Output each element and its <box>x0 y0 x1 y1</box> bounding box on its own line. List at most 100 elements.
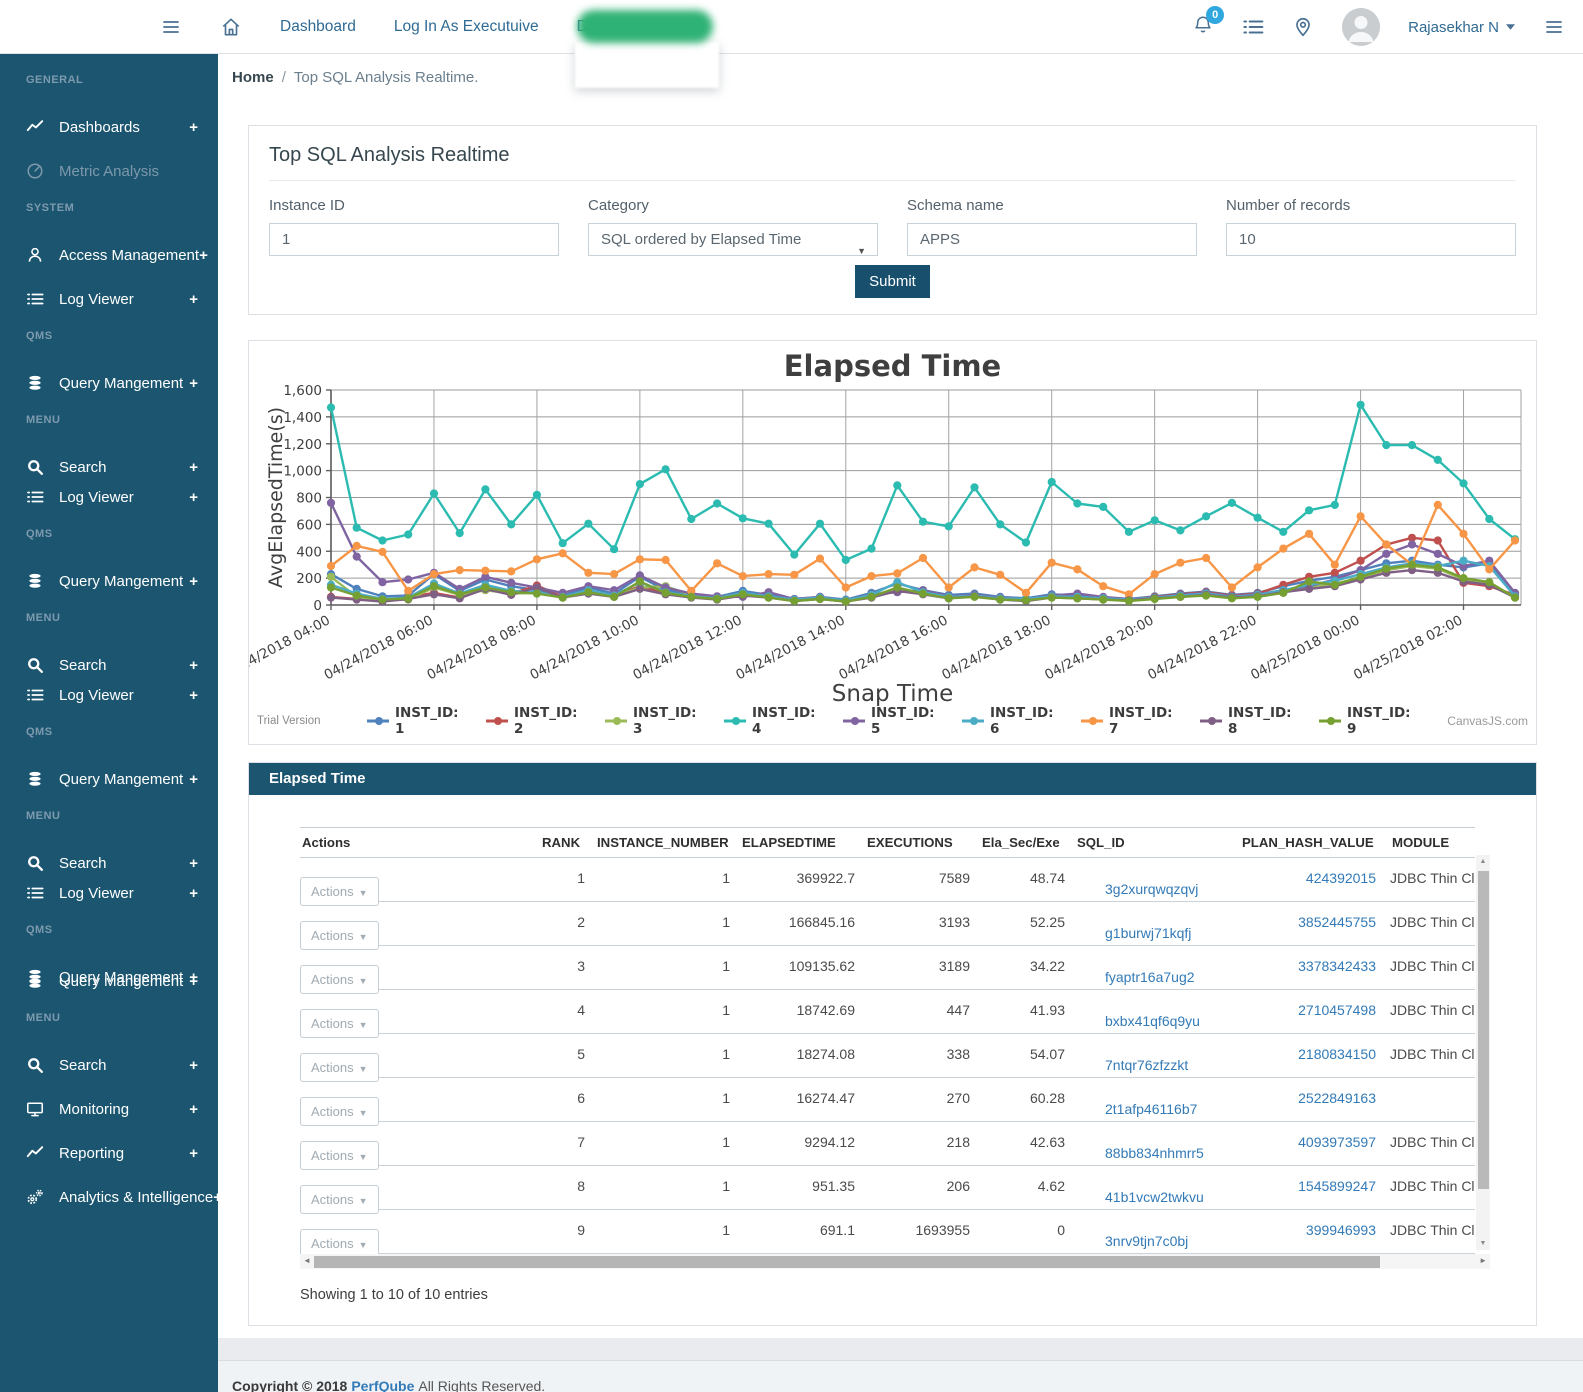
expand-plus-icon[interactable]: + <box>189 1101 198 1118</box>
sidebar-item-log-viewer[interactable]: Log Viewer+ <box>0 883 218 903</box>
sql-id-link[interactable]: fyaptr16a7ug2 <box>1105 969 1195 985</box>
schema-name-input[interactable] <box>907 223 1197 256</box>
location-pin-icon[interactable] <box>1292 16 1314 38</box>
col-actions[interactable]: Actions <box>300 828 540 857</box>
expand-plus-icon[interactable]: + <box>189 1145 198 1162</box>
expand-plus-icon[interactable]: + <box>189 119 198 136</box>
expand-plus-icon[interactable]: + <box>189 687 198 704</box>
expand-plus-icon[interactable]: + <box>189 459 198 476</box>
col-rank[interactable]: RANK <box>540 828 595 857</box>
sql-id-link[interactable]: g1burwj71kqfj <box>1105 925 1191 941</box>
legend-item-inst-id-3[interactable]: INST_ID: 3 <box>605 705 704 737</box>
col-executions[interactable]: EXECUTIONS <box>865 828 980 857</box>
brand-link[interactable]: PerfQube <box>351 1378 414 1392</box>
sql-id-link[interactable]: 3nrv9tjn7c0bj <box>1105 1233 1188 1249</box>
sidebar-item-metric-analysis[interactable]: Metric Analysis <box>0 161 218 181</box>
sidebar-item-log-viewer[interactable]: Log Viewer+ <box>0 289 218 309</box>
breadcrumb-home-link[interactable]: Home <box>232 69 274 86</box>
plan-hash-link[interactable]: 3852445755 <box>1298 914 1376 930</box>
task-list-icon[interactable] <box>1242 16 1264 38</box>
sidebar-item-monitoring[interactable]: Monitoring+ <box>0 1099 218 1119</box>
scroll-right-arrow-icon[interactable]: ► <box>1479 1256 1487 1265</box>
sidebar-item-label: Monitoring <box>59 1101 189 1118</box>
legend-item-inst-id-9[interactable]: INST_ID: 9 <box>1319 705 1418 737</box>
legend-item-inst-id-8[interactable]: INST_ID: 8 <box>1200 705 1299 737</box>
cell-sql-id: bxbx41qf6q9yu <box>1075 990 1240 1029</box>
expand-plus-icon[interactable]: + <box>189 489 198 506</box>
plan-hash-link[interactable]: 3378342433 <box>1298 958 1376 974</box>
horizontal-scrollbar[interactable]: ◄ ► <box>300 1254 1490 1269</box>
canvasjs-watermark[interactable]: CanvasJS.com <box>1418 714 1528 728</box>
sql-id-link[interactable]: 41b1vcw2twkvu <box>1105 1189 1204 1205</box>
line-chart-icon <box>26 118 44 136</box>
nav-login-as-executive[interactable]: Log In As Executuive <box>394 18 539 36</box>
table-row: Actions▼719294.1221842.6388bb834nhmrr540… <box>300 1122 1475 1166</box>
col-elapsedtime[interactable]: ELAPSEDTIME <box>740 828 865 857</box>
plan-hash-link[interactable]: 1545899247 <box>1298 1178 1376 1194</box>
expand-plus-icon[interactable]: + <box>213 1189 218 1206</box>
plan-hash-link[interactable]: 2522849163 <box>1298 1090 1376 1106</box>
sidebar-item-query-mangement[interactable]: Query Mangement+ <box>0 571 218 591</box>
vertical-scrollbar[interactable]: ▲ ▼ <box>1476 855 1490 1250</box>
plan-hash-link[interactable]: 2180834150 <box>1298 1046 1376 1062</box>
horizontal-scroll-thumb[interactable] <box>314 1256 1380 1268</box>
user-menu[interactable]: Rajasekhar N <box>1408 19 1515 36</box>
col-module[interactable]: MODULE <box>1390 828 1475 857</box>
sidebar-item-search[interactable]: Search+ <box>0 457 218 477</box>
menu-toggle-icon[interactable] <box>160 16 182 38</box>
col-sql-id[interactable]: SQL_ID <box>1075 828 1240 857</box>
sidebar-item-analytics-intelligence[interactable]: Analytics & Intelligence+ <box>0 1187 218 1207</box>
sidebar-item-query-mangement[interactable]: Query Mangement+ <box>0 769 218 789</box>
number-of-records-input[interactable] <box>1226 223 1516 256</box>
sql-id-link[interactable]: bxbx41qf6q9yu <box>1105 1013 1200 1029</box>
sql-id-link[interactable]: 88bb834nhmrr5 <box>1105 1145 1204 1161</box>
legend-item-inst-id-6[interactable]: INST_ID: 6 <box>962 705 1061 737</box>
settings-menu-icon[interactable] <box>1543 16 1565 38</box>
legend-item-inst-id-7[interactable]: INST_ID: 7 <box>1081 705 1180 737</box>
expand-plus-icon[interactable]: + <box>199 247 208 264</box>
scroll-left-arrow-icon[interactable]: ◄ <box>303 1256 311 1265</box>
expand-plus-icon[interactable]: + <box>189 855 198 872</box>
col-ela-sec-exe[interactable]: Ela_Sec/Exe <box>980 828 1075 857</box>
col-plan-hash-value[interactable]: PLAN_HASH_VALUE <box>1240 828 1390 857</box>
home-icon[interactable] <box>220 16 242 38</box>
legend-item-inst-id-4[interactable]: INST_ID: 4 <box>724 705 823 737</box>
expand-plus-icon[interactable]: + <box>189 573 198 590</box>
plan-hash-link[interactable]: 2710457498 <box>1298 1002 1376 1018</box>
sql-id-link[interactable]: 2t1afp46116b7 <box>1105 1101 1197 1117</box>
nav-dashboard[interactable]: Dashboard <box>280 18 356 36</box>
expand-plus-icon[interactable]: + <box>189 885 198 902</box>
expand-plus-icon[interactable]: + <box>189 1057 198 1074</box>
sidebar-item-search[interactable]: Search+ <box>0 853 218 873</box>
legend-item-inst-id-2[interactable]: INST_ID: 2 <box>486 705 585 737</box>
expand-plus-icon[interactable]: + <box>189 375 198 392</box>
sidebar-item-search[interactable]: Search+ <box>0 1055 218 1075</box>
category-select[interactable]: SQL ordered by Elapsed Time ▼ <box>588 223 878 256</box>
vertical-scroll-thumb[interactable] <box>1478 871 1489 1189</box>
sidebar-item-log-viewer[interactable]: Log Viewer+ <box>0 487 218 507</box>
expand-plus-icon[interactable]: + <box>189 291 198 308</box>
scroll-up-arrow-icon[interactable]: ▲ <box>1476 858 1490 865</box>
sql-id-link[interactable]: 7ntqr76zfzzkt <box>1105 1057 1188 1073</box>
sidebar-item-access-management[interactable]: Access Management+ <box>0 245 218 265</box>
avatar[interactable] <box>1342 8 1380 46</box>
sidebar-item-search[interactable]: Search+ <box>0 655 218 675</box>
legend-item-inst-id-1[interactable]: INST_ID: 1 <box>367 705 466 737</box>
cell-plan-hash-value: 2710457498 <box>1240 990 1390 1018</box>
submit-button[interactable]: Submit <box>855 265 930 298</box>
scroll-down-arrow-icon[interactable]: ▼ <box>1476 1240 1490 1247</box>
legend-item-inst-id-5[interactable]: INST_ID: 5 <box>843 705 942 737</box>
plan-hash-link[interactable]: 424392015 <box>1306 870 1376 886</box>
expand-plus-icon[interactable]: + <box>189 771 198 788</box>
col-instance-number[interactable]: INSTANCE_NUMBER <box>595 828 740 857</box>
sidebar-item-query-mangement[interactable]: Query Mangement+ <box>0 373 218 393</box>
sidebar-item-log-viewer[interactable]: Log Viewer+ <box>0 685 218 705</box>
sql-id-link[interactable]: 3g2xurqwqzqvj <box>1105 881 1198 897</box>
plan-hash-link[interactable]: 4093973597 <box>1298 1134 1376 1150</box>
sidebar-item-reporting[interactable]: Reporting+ <box>0 1143 218 1163</box>
expand-plus-icon[interactable]: + <box>189 657 198 674</box>
instance-id-input[interactable] <box>269 223 559 256</box>
plan-hash-link[interactable]: 399946993 <box>1306 1222 1376 1238</box>
sidebar-item-dashboards[interactable]: Dashboards+ <box>0 117 218 137</box>
chart-panel: 02004006008001,0001,2001,4001,60004/24/2… <box>248 340 1537 745</box>
